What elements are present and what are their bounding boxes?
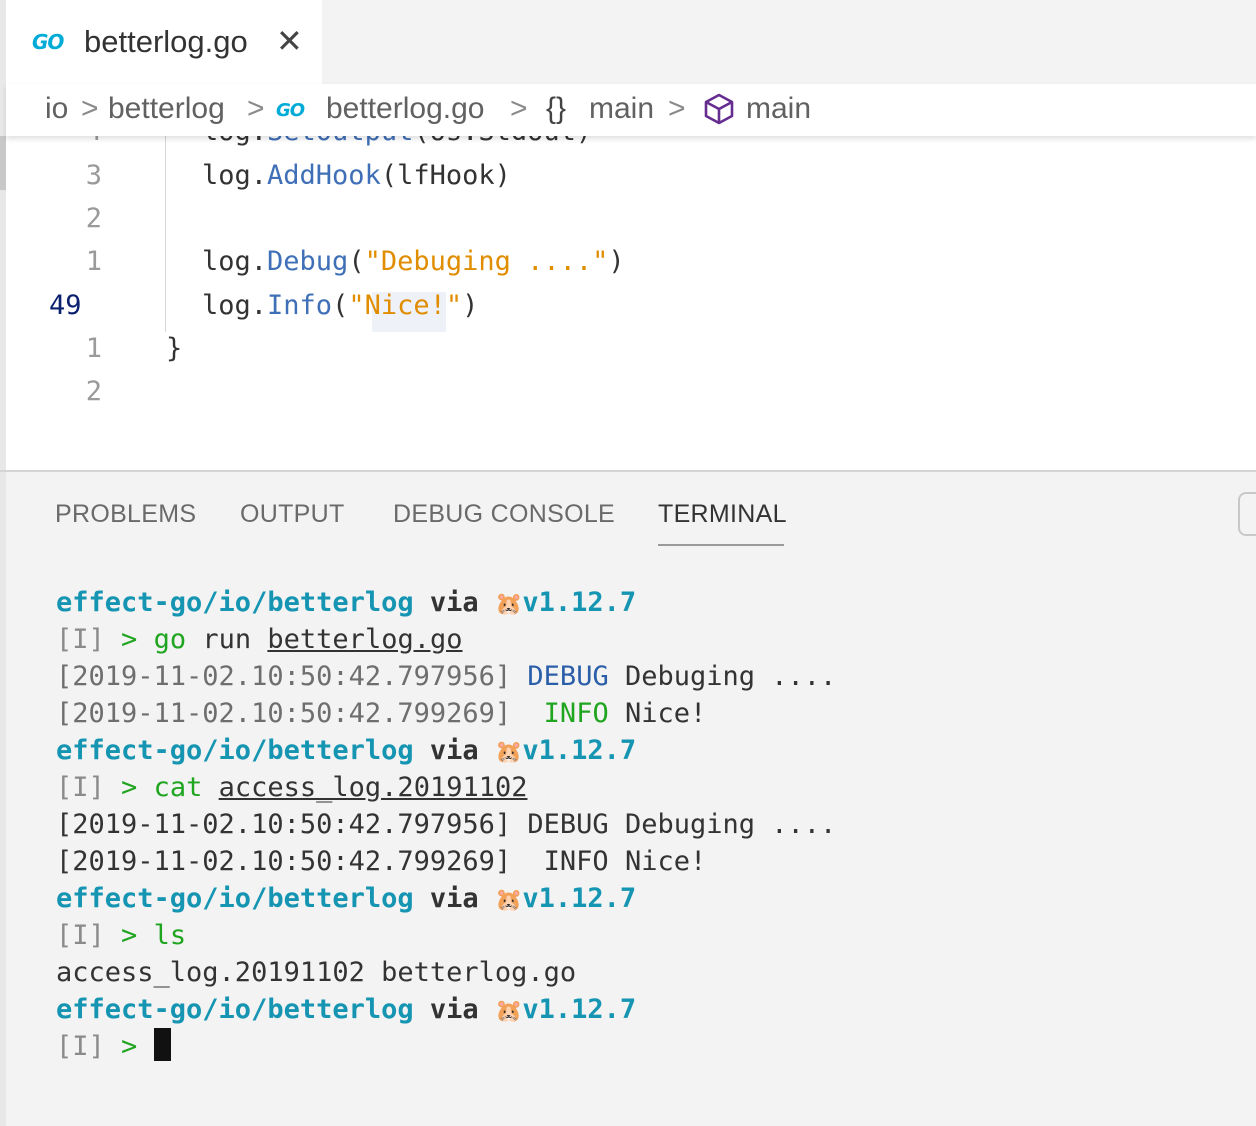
breadcrumb-item-io[interactable]: io bbox=[45, 92, 68, 126]
close-icon[interactable]: ✕ bbox=[276, 22, 303, 60]
terminal-prompt-line: effect-go/io/betterlog via 🐹v1.12.7 bbox=[56, 883, 637, 914]
terminal-prompt-line: effect-go/io/betterlog via 🐹v1.12.7 bbox=[56, 994, 637, 1025]
line-number: 1 bbox=[85, 246, 102, 277]
breadcrumb-item-main-func[interactable]: main bbox=[589, 92, 654, 126]
code-line: } bbox=[166, 333, 183, 364]
bottom-panel: PROBLEMS OUTPUT DEBUG CONSOLE TERMINAL e… bbox=[6, 472, 1256, 1126]
terminal-prompt-line: effect-go/io/betterlog via 🐹v1.12.7 bbox=[56, 587, 637, 618]
line-number: 1 bbox=[85, 333, 102, 364]
tab-betterlog-go[interactable]: GO betterlog.go ✕ bbox=[6, 0, 322, 84]
line-number: 2 bbox=[85, 376, 102, 407]
code-line: log.Info("Nice!") bbox=[202, 290, 479, 321]
terminal-command-line: [I] > go run betterlog.go bbox=[56, 624, 463, 655]
line-number: 3 bbox=[85, 160, 102, 191]
terminal-output-line: access_log.20191102 betterlog.go bbox=[56, 957, 577, 988]
tab-terminal[interactable]: TERMINAL bbox=[658, 500, 787, 529]
line-number: 4 bbox=[6, 136, 102, 147]
terminal-output-line: [2019-11-02.10:50:42.797956] DEBUG Debug… bbox=[56, 661, 837, 692]
chevron-right-icon: > bbox=[81, 92, 99, 125]
hamster-icon: 🐹 bbox=[494, 740, 523, 765]
terminal-command-line: [I] > ls bbox=[56, 920, 187, 951]
tab-debug-console[interactable]: DEBUG CONSOLE bbox=[393, 500, 615, 529]
tab-title: betterlog.go bbox=[84, 24, 248, 59]
hamster-icon: 🐹 bbox=[494, 888, 523, 913]
braces-icon: {} bbox=[546, 92, 567, 125]
terminal-input-line[interactable]: [I] > bbox=[56, 1028, 836, 1065]
hamster-icon: 🐹 bbox=[494, 592, 523, 617]
go-file-icon: GO bbox=[32, 30, 64, 54]
line-number-active: 49 bbox=[49, 290, 82, 321]
cube-icon bbox=[704, 93, 734, 125]
indent-guide bbox=[165, 136, 166, 332]
terminal[interactable]: effect-go/io/betterlog via 🐹v1.12.7 [I] … bbox=[56, 584, 836, 1065]
chevron-right-icon: > bbox=[668, 92, 686, 125]
line-number: 2 bbox=[85, 203, 102, 234]
terminal-output-line: [2019-11-02.10:50:42.799269] INFO Nice! bbox=[56, 698, 707, 729]
terminal-cursor bbox=[153, 1028, 171, 1061]
code-editor[interactable]: 4 3 2 1 49 1 2 log.SetOutput(os.Stdout) … bbox=[6, 136, 1256, 470]
code-line: log.Debug("Debuging ....") bbox=[202, 246, 625, 277]
chevron-right-icon: > bbox=[510, 92, 528, 125]
terminal-command-line: [I] > cat access_log.20191102 bbox=[56, 772, 528, 803]
active-tab-indicator bbox=[658, 544, 784, 546]
terminal-prompt-line: effect-go/io/betterlog via 🐹v1.12.7 bbox=[56, 735, 637, 766]
hamster-icon: 🐹 bbox=[494, 999, 523, 1024]
breadcrumb-item-file[interactable]: betterlog.go bbox=[326, 92, 484, 126]
terminal-output-line: [2019-11-02.10:50:42.797956] DEBUG Debug… bbox=[56, 809, 837, 840]
breadcrumb: io > betterlog > GO betterlog.go > {} ma… bbox=[6, 84, 1256, 136]
terminal-output-line: [2019-11-02.10:50:42.799269] INFO Nice! bbox=[56, 846, 707, 877]
tab-output[interactable]: OUTPUT bbox=[240, 500, 345, 529]
tab-problems[interactable]: PROBLEMS bbox=[55, 500, 196, 529]
chevron-right-icon: > bbox=[247, 92, 265, 125]
code-line: log.AddHook(lfHook) bbox=[202, 160, 511, 191]
panel-action-button[interactable] bbox=[1238, 492, 1256, 536]
breadcrumb-item-main-symbol[interactable]: main bbox=[746, 92, 811, 126]
go-file-icon: GO bbox=[276, 100, 305, 121]
code-line: log.SetOutput(os.Stdout) bbox=[202, 136, 592, 147]
breadcrumb-item-betterlog[interactable]: betterlog bbox=[108, 92, 225, 126]
